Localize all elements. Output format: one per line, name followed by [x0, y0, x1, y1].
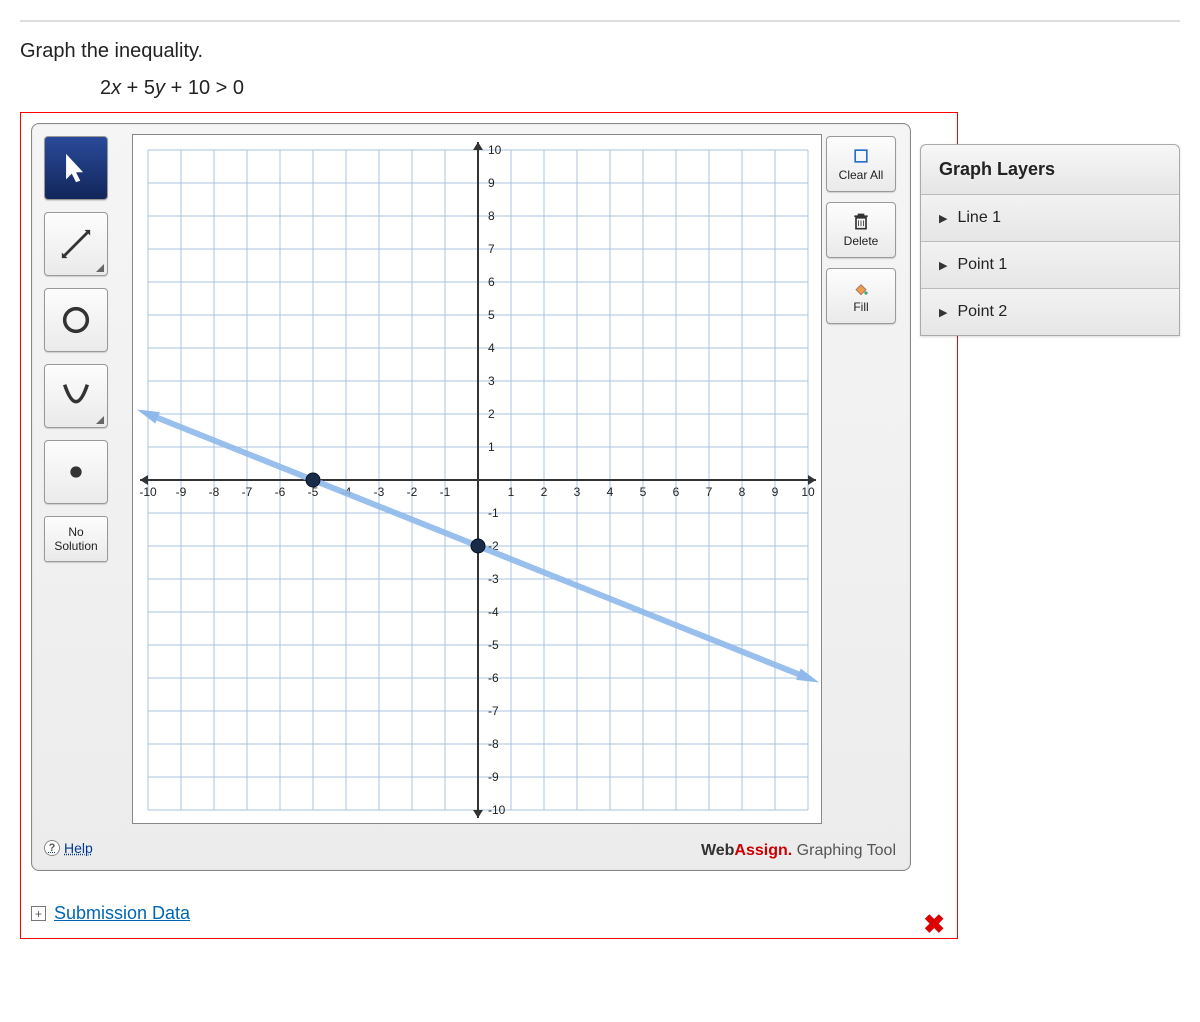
svg-text:5: 5 [488, 308, 495, 322]
answer-area: No Solution ? Help Clear All Delete [20, 112, 958, 939]
layer-item-label: Point 1 [957, 256, 1007, 274]
svg-text:-7: -7 [242, 485, 253, 499]
tool-no-solution[interactable]: No Solution [44, 516, 108, 562]
svg-text:2: 2 [541, 485, 548, 499]
svg-text:8: 8 [739, 485, 746, 499]
layer-item-2[interactable]: ▶ Point 2 [921, 289, 1179, 335]
submission-link[interactable]: Submission Data [54, 903, 190, 924]
svg-text:1: 1 [488, 440, 495, 454]
incorrect-icon: ✖ [923, 909, 945, 940]
svg-text:-3: -3 [488, 572, 499, 586]
no-solution-label-2: Solution [54, 539, 97, 553]
layer-item-1[interactable]: ▶ Point 1 [921, 242, 1179, 289]
no-solution-label-1: No [68, 525, 83, 539]
svg-text:-2: -2 [407, 485, 418, 499]
svg-text:3: 3 [574, 485, 581, 499]
svg-text:10: 10 [801, 485, 815, 499]
circle-icon [59, 303, 93, 337]
brand-tail: Graphing Tool [792, 842, 896, 859]
fill-label: Fill [853, 300, 868, 314]
graph-panel: No Solution ? Help Clear All Delete [31, 123, 911, 871]
tool-circle[interactable] [44, 288, 108, 352]
svg-text:-6: -6 [488, 671, 499, 685]
svg-text:-8: -8 [209, 485, 220, 499]
svg-text:7: 7 [706, 485, 713, 499]
tool-pointer[interactable] [44, 136, 108, 200]
svg-text:-3: -3 [374, 485, 385, 499]
expand-icon[interactable]: + [31, 906, 46, 921]
svg-text:6: 6 [488, 275, 495, 289]
svg-text:-8: -8 [488, 737, 499, 751]
pointer-icon [59, 151, 93, 185]
delete-button[interactable]: Delete [826, 202, 896, 258]
chevron-right-icon: ▶ [939, 306, 947, 319]
svg-text:8: 8 [488, 209, 495, 223]
svg-text:-4: -4 [488, 605, 499, 619]
svg-text:-7: -7 [488, 704, 499, 718]
chevron-right-icon: ▶ [939, 259, 947, 272]
chevron-right-icon: ▶ [939, 212, 947, 225]
layer-item-label: Point 2 [957, 303, 1007, 321]
layer-item-0[interactable]: ▶ Line 1 [921, 195, 1179, 242]
fill-icon [851, 278, 871, 298]
svg-text:7: 7 [488, 242, 495, 256]
svg-text:-10: -10 [488, 803, 506, 817]
help-icon: ? [44, 840, 60, 856]
layer-item-label: Line 1 [957, 209, 1001, 227]
svg-text:9: 9 [488, 176, 495, 190]
svg-text:-9: -9 [488, 770, 499, 784]
svg-text:9: 9 [772, 485, 779, 499]
submission-row: + Submission Data [31, 903, 947, 924]
svg-text:3: 3 [488, 374, 495, 388]
help-link[interactable]: ? Help [44, 840, 93, 856]
svg-text:-5: -5 [488, 638, 499, 652]
question-prompt: Graph the inequality. [20, 40, 1180, 63]
svg-text:4: 4 [488, 341, 495, 355]
svg-text:-9: -9 [176, 485, 187, 499]
graph-layers-panel: Graph Layers ▶ Line 1 ▶ Point 1 ▶ Point 2 [920, 144, 1180, 336]
question-equation: 2x + 5y + 10 > 0 [100, 77, 1180, 100]
plot-svg: -10 -9 -8 -7 -6 -5 -4 -3 -2 -1 1 2 3 4 5 6 7 8 9 10 -10 -9 -8 -… [133, 135, 823, 825]
graph-layers-title: Graph Layers [921, 145, 1179, 195]
svg-text:2: 2 [488, 407, 495, 421]
brand-label: WebAssign. Graphing Tool [701, 842, 896, 860]
trash-icon [851, 212, 871, 232]
parabola-icon [59, 379, 93, 413]
delete-label: Delete [844, 234, 879, 248]
help-label: Help [64, 840, 93, 856]
tool-line[interactable] [44, 212, 108, 276]
line-icon [59, 227, 93, 261]
tool-point[interactable] [44, 440, 108, 504]
svg-text:-10: -10 [139, 485, 157, 499]
tool-parabola[interactable] [44, 364, 108, 428]
svg-text:-1: -1 [440, 485, 451, 499]
brand-web: Web [701, 842, 734, 859]
fill-button[interactable]: Fill [826, 268, 896, 324]
clear-all-icon [851, 146, 871, 166]
svg-text:-6: -6 [275, 485, 286, 499]
graph-plot[interactable]: -10 -9 -8 -7 -6 -5 -4 -3 -2 -1 1 2 3 4 5 6 7 8 9 10 -10 -9 -8 -… [132, 134, 822, 824]
clear-all-button[interactable]: Clear All [826, 136, 896, 192]
svg-text:1: 1 [508, 485, 515, 499]
toolbox: No Solution [44, 136, 116, 562]
svg-text:-1: -1 [488, 506, 499, 520]
svg-text:4: 4 [607, 485, 614, 499]
svg-text:6: 6 [673, 485, 680, 499]
right-buttons: Clear All Delete Fill [826, 136, 898, 324]
point-icon [59, 455, 93, 489]
brand-assign: Assign. [734, 842, 792, 859]
svg-text:10: 10 [488, 143, 502, 157]
clear-all-label: Clear All [839, 168, 884, 182]
svg-text:5: 5 [640, 485, 647, 499]
